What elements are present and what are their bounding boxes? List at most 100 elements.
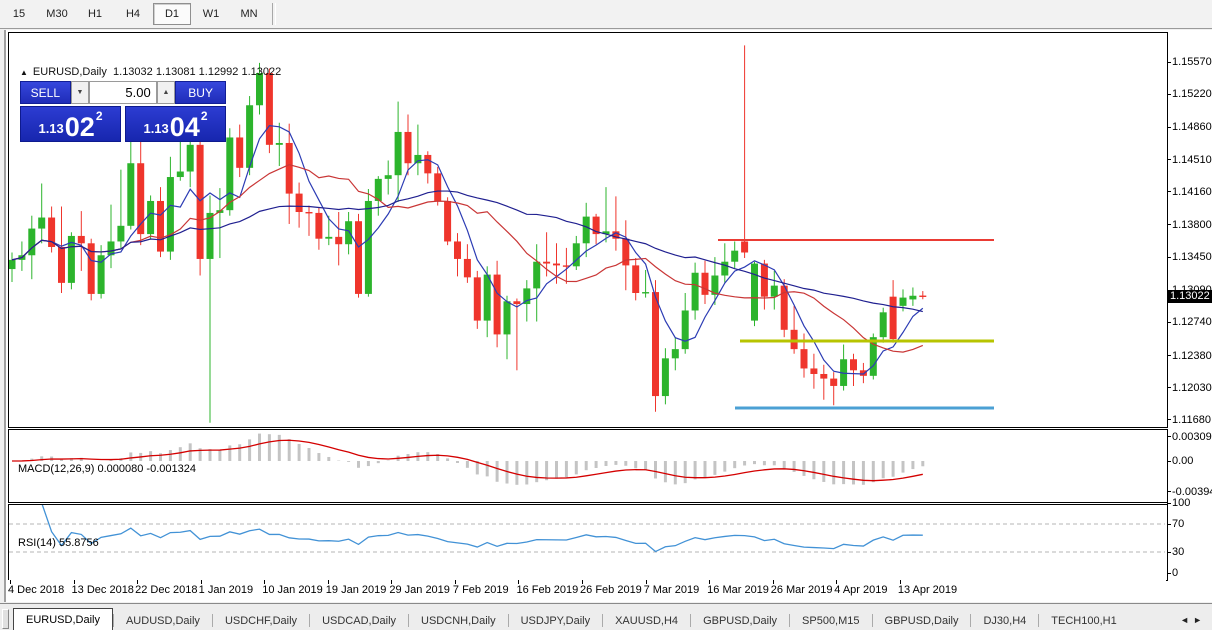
candle-body — [899, 297, 907, 306]
candle-body — [919, 295, 927, 297]
candle-body — [533, 261, 541, 289]
toolbar-timeframe-M30[interactable]: M30 — [39, 4, 75, 24]
candle-body — [879, 312, 887, 338]
chevron-down-icon: ▼ — [76, 89, 84, 96]
timeframe-toolbar: 15 M30 H1 H4 D1 W1 MN — [0, 0, 1212, 29]
toolbar-timeframe-15[interactable]: 15 — [1, 4, 37, 24]
price-axis-tick — [1167, 61, 1171, 63]
candle-body — [226, 137, 234, 211]
candle-body — [691, 272, 699, 311]
tab-usdchf-daily[interactable]: USDCHF,Daily — [213, 611, 309, 630]
tab-tech100-h1[interactable]: TECH100,H1 — [1039, 611, 1128, 630]
date-axis-label: 1 Jan 2019 — [198, 584, 254, 596]
candle-body — [97, 255, 105, 294]
candle-body — [117, 225, 125, 242]
candle-body — [820, 373, 828, 379]
macd-axis-tick — [1167, 460, 1171, 462]
rsi-line — [41, 505, 923, 553]
tab-gbpusd-daily[interactable]: GBPUSD,Daily — [873, 611, 971, 630]
candle-body — [632, 265, 640, 293]
candle-body — [275, 142, 283, 145]
candle-body — [681, 310, 689, 350]
date-axis-label: 7 Mar 2019 — [643, 584, 700, 596]
candle-body — [770, 285, 778, 297]
tab-scroll-buttons: ◄► — [1180, 615, 1206, 625]
date-axis-label: 7 Feb 2019 — [452, 584, 509, 596]
candle-body — [701, 272, 709, 295]
candle-body — [186, 144, 194, 172]
candle-body — [671, 349, 679, 359]
toolbar-timeframe-MN[interactable]: MN — [231, 4, 267, 24]
macd-axis-tick — [1167, 491, 1171, 493]
date-axis-label: 13 Apr 2019 — [897, 584, 958, 596]
volume-up-button[interactable]: ▲ — [156, 81, 176, 104]
rsi-axis-tick — [1167, 502, 1171, 504]
tab-xauusd-h4[interactable]: XAUUSD,H4 — [603, 611, 690, 630]
tab-scroll-left-button[interactable]: ◄ — [1180, 615, 1193, 625]
candle-body — [859, 370, 867, 376]
tab-usdjpy-daily[interactable]: USDJPY,Daily — [509, 611, 603, 630]
price-axis-label: 1.14860 — [1172, 121, 1212, 134]
candle-body — [493, 274, 501, 335]
candle-body — [394, 131, 402, 176]
tabbar-gripper[interactable] — [2, 609, 9, 629]
tab-gbpusd-daily[interactable]: GBPUSD,Daily — [691, 611, 789, 630]
toolbar-timeframe-W1[interactable]: W1 — [193, 4, 229, 24]
price-axis-label: 1.12380 — [1172, 349, 1212, 362]
price-axis-label: 1.15570 — [1172, 56, 1212, 68]
candle-body — [315, 212, 323, 239]
candle-body — [909, 295, 917, 300]
rsi-pane[interactable] — [8, 504, 1168, 581]
candle-body — [28, 228, 36, 256]
buy-price-prefix: 1.13 — [143, 121, 169, 136]
tab-audusd-daily[interactable]: AUDUSD,Daily — [114, 611, 212, 630]
tab-scroll-right-button[interactable]: ► — [1193, 615, 1206, 625]
candle-body — [721, 261, 729, 276]
candle-body — [285, 142, 293, 194]
rsi-axis-tick — [1167, 572, 1171, 574]
candle-body — [731, 250, 739, 262]
rsi-axis-label: 100 — [1172, 497, 1191, 509]
date-axis-label: 4 Apr 2019 — [834, 584, 888, 596]
candle-body — [790, 329, 798, 350]
current-price-tag: 1.13022 — [1167, 290, 1212, 304]
candle-body — [800, 349, 808, 369]
volume-dropdown-button[interactable]: ▼ — [70, 81, 90, 104]
date-axis-label: 26 Feb 2019 — [580, 584, 642, 596]
toolbar-timeframe-D1[interactable]: D1 — [153, 3, 191, 25]
volume-input[interactable]: 5.00 — [89, 81, 157, 104]
tab-usdcnh-daily[interactable]: USDCNH,Daily — [409, 611, 508, 630]
sell-price-sup: 2 — [95, 109, 103, 123]
tab-sp500-m15[interactable]: SP500,M15 — [790, 611, 871, 630]
rsi-axis-tick — [1167, 523, 1171, 525]
candle-body — [760, 263, 768, 297]
candle-body — [404, 131, 412, 164]
price-axis-label: 1.12030 — [1172, 381, 1212, 394]
macd-axis-tick — [1167, 436, 1171, 438]
candle-body — [325, 236, 333, 239]
buy-quote[interactable]: 1.13 04 2 — [125, 106, 226, 142]
tab-usdcad-daily[interactable]: USDCAD,Daily — [310, 611, 408, 630]
rsi-axis-label: 30 — [1172, 546, 1185, 558]
sell-price-big: 02 — [64, 112, 95, 142]
date-axis-label: 22 Dec 2018 — [135, 584, 198, 596]
collapse-icon[interactable]: ▲ — [20, 68, 28, 77]
sell-button[interactable]: SELL — [20, 81, 71, 104]
toolbar-timeframe-H4[interactable]: H4 — [115, 4, 151, 24]
candle-body — [127, 163, 135, 226]
candle-body — [166, 177, 174, 252]
tab-dj30-h4[interactable]: DJ30,H4 — [971, 611, 1038, 630]
candle-body — [355, 221, 362, 294]
candle-body — [553, 263, 560, 266]
candle-body — [364, 200, 372, 294]
toolbar-timeframe-H1[interactable]: H1 — [77, 4, 113, 24]
candle-body — [652, 292, 659, 397]
tab-eurusd-daily[interactable]: EURUSD,Daily — [13, 608, 113, 630]
chart-title: ▲ EURUSD,Daily 1.13032 1.13081 1.12992 1.… — [20, 66, 281, 78]
candle-body — [463, 258, 471, 278]
candle-body — [741, 241, 749, 253]
price-axis-label: 1.15220 — [1172, 88, 1212, 101]
buy-button[interactable]: BUY — [175, 81, 226, 104]
sell-quote[interactable]: 1.13 02 2 — [20, 106, 121, 142]
price-axis-tick — [1167, 355, 1171, 357]
